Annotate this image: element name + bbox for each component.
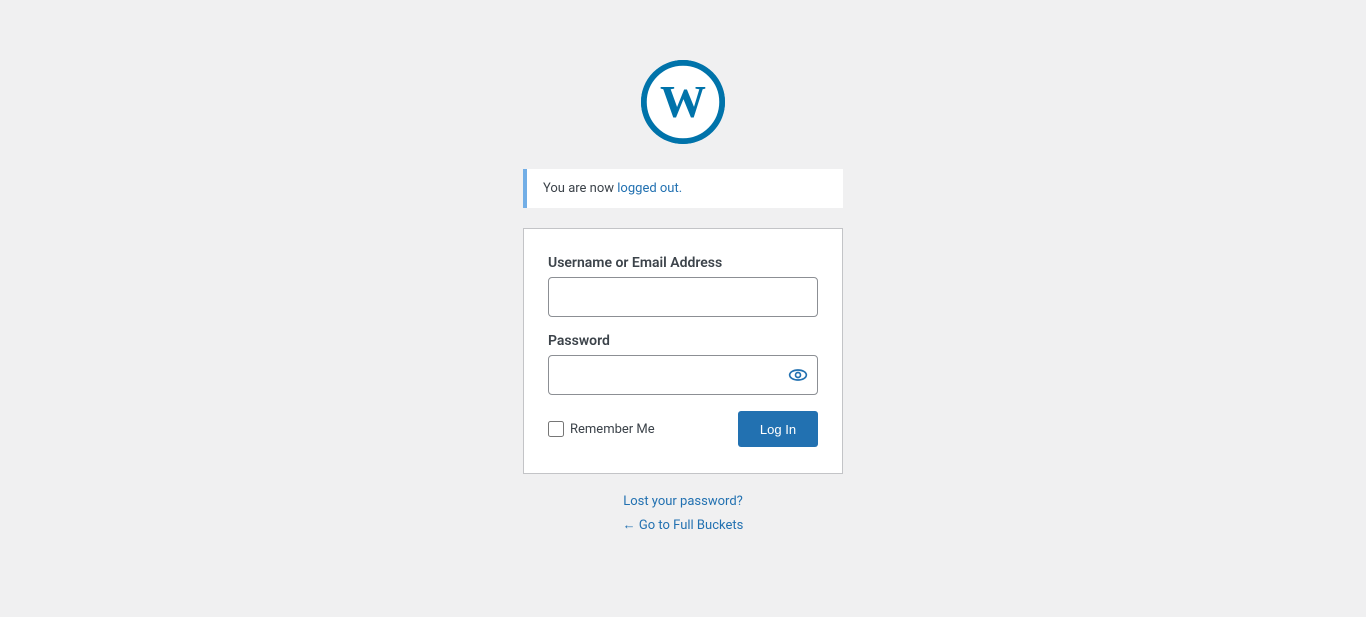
username-group: Username or Email Address [548,255,818,317]
toggle-password-button[interactable] [788,365,808,385]
password-group: Password [548,333,818,395]
lost-password-link[interactable]: Lost your password? [623,494,743,509]
password-label: Password [548,333,818,349]
login-form-container: Username or Email Address Password Remem… [523,228,843,474]
below-form-links: Lost your password? ← Go to Full Buckets [523,494,843,533]
back-arrow: ← [623,518,639,533]
logout-notice: You are now logged out. [523,169,843,208]
form-actions: Remember Me Log In [548,411,818,447]
back-to-site-text: Go to Full Buckets [639,518,743,533]
logged-out-link[interactable]: logged out. [617,181,682,196]
login-button[interactable]: Log In [738,411,818,447]
username-label: Username or Email Address [548,255,818,271]
remember-me-checkbox[interactable] [548,421,564,437]
remember-me-label[interactable]: Remember Me [548,421,655,437]
svg-text:W: W [660,76,706,127]
username-input[interactable] [548,277,818,317]
password-wrapper [548,355,818,395]
password-input[interactable] [548,355,818,395]
eye-icon [788,365,808,385]
logout-notice-text: You are now logged out. [543,181,682,196]
remember-me-text: Remember Me [570,422,655,437]
wordpress-logo: W [641,60,725,144]
back-to-site-link[interactable]: ← Go to Full Buckets [623,517,744,533]
